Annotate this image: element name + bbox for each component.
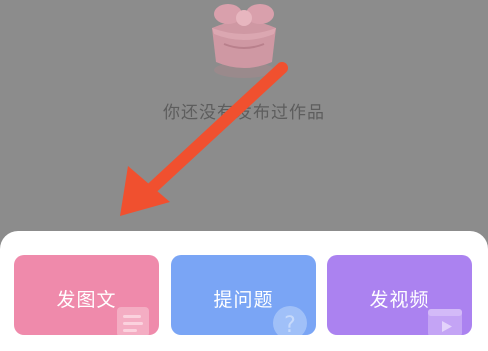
- empty-state-message: 你还没有发布过作品: [163, 103, 325, 123]
- question-icon: ?: [273, 306, 307, 335]
- image-text-icon: [117, 307, 149, 335]
- post-image-text-button[interactable]: 发图文: [14, 255, 159, 335]
- empty-state: 你还没有发布过作品: [0, 0, 488, 232]
- svg-text:?: ?: [284, 313, 296, 335]
- pink-box-illustration: [212, 4, 276, 78]
- ask-question-button[interactable]: 提问题 ?: [171, 255, 316, 335]
- video-icon: [428, 309, 462, 335]
- post-video-button[interactable]: 发视频: [327, 255, 472, 335]
